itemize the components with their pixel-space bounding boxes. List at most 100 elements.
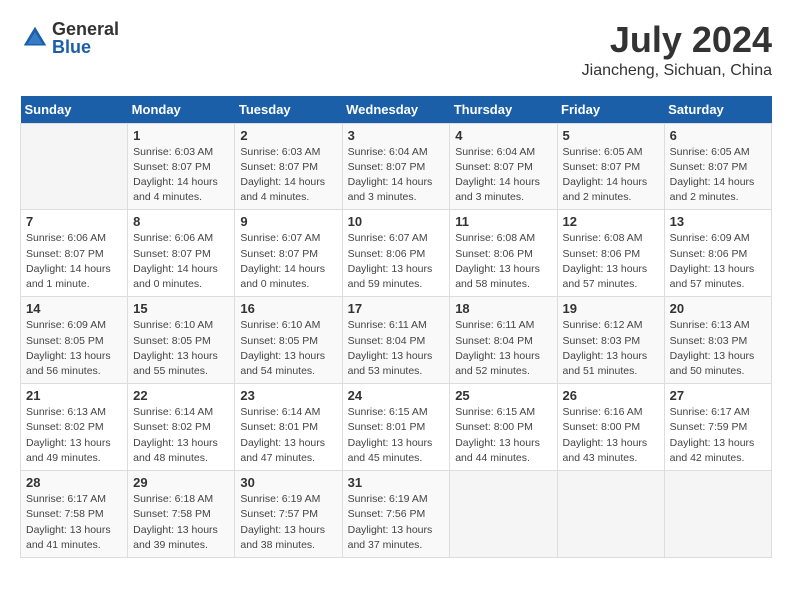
- table-row: 26 Sunrise: 6:16 AM Sunset: 8:00 PM Dayli…: [557, 384, 664, 471]
- day-info: Sunrise: 6:10 AM Sunset: 8:05 PM Dayligh…: [133, 318, 229, 379]
- day-info: Sunrise: 6:03 AM Sunset: 8:07 PM Dayligh…: [240, 145, 336, 206]
- day-number: 3: [348, 128, 445, 143]
- day-number: 25: [455, 388, 551, 403]
- day-number: 8: [133, 214, 229, 229]
- calendar-week-row: 14Sunrise: 6:09 AM Sunset: 8:05 PM Dayli…: [21, 297, 772, 384]
- day-info: Sunrise: 6:17 AM Sunset: 7:58 PM Dayligh…: [26, 492, 122, 553]
- table-row: 4 Sunrise: 6:04 AM Sunset: 8:07 PM Daylig…: [450, 123, 557, 210]
- day-number: 26: [563, 388, 659, 403]
- day-number: 15: [133, 301, 229, 316]
- table-row: 2 Sunrise: 6:03 AM Sunset: 8:07 PM Daylig…: [235, 123, 342, 210]
- day-number: 1: [133, 128, 229, 143]
- day-number: 23: [240, 388, 336, 403]
- logo-general: General: [52, 20, 119, 38]
- day-number: 2: [240, 128, 336, 143]
- calendar-header-row: Sunday Monday Tuesday Wednesday Thursday…: [21, 96, 772, 124]
- day-number: 10: [348, 214, 445, 229]
- day-number: 9: [240, 214, 336, 229]
- table-row: 13Sunrise: 6:09 AM Sunset: 8:06 PM Dayli…: [664, 210, 771, 297]
- day-number: 24: [348, 388, 445, 403]
- day-info: Sunrise: 6:13 AM Sunset: 8:03 PM Dayligh…: [670, 318, 766, 379]
- day-info: Sunrise: 6:15 AM Sunset: 8:00 PM Dayligh…: [455, 405, 551, 466]
- table-row: 5Sunrise: 6:05 AM Sunset: 8:07 PM Daylig…: [557, 123, 664, 210]
- day-info: Sunrise: 6:06 AM Sunset: 8:07 PM Dayligh…: [26, 231, 122, 292]
- day-info: Sunrise: 6:15 AM Sunset: 8:01 PM Dayligh…: [348, 405, 445, 466]
- day-info: Sunrise: 6:07 AM Sunset: 8:07 PM Dayligh…: [240, 231, 336, 292]
- day-info: Sunrise: 6:19 AM Sunset: 7:56 PM Dayligh…: [348, 492, 445, 553]
- day-info: Sunrise: 6:03 AM Sunset: 8:07 PM Dayligh…: [133, 145, 229, 206]
- day-info: Sunrise: 6:14 AM Sunset: 8:01 PM Dayligh…: [240, 405, 336, 466]
- day-number: 30: [240, 475, 336, 490]
- day-info: Sunrise: 6:19 AM Sunset: 7:57 PM Dayligh…: [240, 492, 336, 553]
- calendar-table: Sunday Monday Tuesday Wednesday Thursday…: [20, 96, 772, 558]
- col-saturday: Saturday: [664, 96, 771, 124]
- table-row: 23 Sunrise: 6:14 AM Sunset: 8:01 PM Dayli…: [235, 384, 342, 471]
- table-row: 9 Sunrise: 6:07 AM Sunset: 8:07 PM Daylig…: [235, 210, 342, 297]
- day-info: Sunrise: 6:12 AM Sunset: 8:03 PM Dayligh…: [563, 318, 659, 379]
- table-row: 18 Sunrise: 6:11 AM Sunset: 8:04 PM Dayli…: [450, 297, 557, 384]
- table-row: [450, 471, 557, 558]
- col-friday: Friday: [557, 96, 664, 124]
- logo-icon: [20, 23, 50, 53]
- table-row: 7 Sunrise: 6:06 AM Sunset: 8:07 PM Daylig…: [21, 210, 128, 297]
- day-info: Sunrise: 6:04 AM Sunset: 8:07 PM Dayligh…: [348, 145, 445, 206]
- day-number: 7: [26, 214, 122, 229]
- day-info: Sunrise: 6:08 AM Sunset: 8:06 PM Dayligh…: [563, 231, 659, 292]
- day-number: 22: [133, 388, 229, 403]
- table-row: 3 Sunrise: 6:04 AM Sunset: 8:07 PM Daylig…: [342, 123, 450, 210]
- day-number: 21: [26, 388, 122, 403]
- table-row: 27Sunrise: 6:17 AM Sunset: 7:59 PM Dayli…: [664, 384, 771, 471]
- table-row: 16Sunrise: 6:10 AM Sunset: 8:05 PM Dayli…: [235, 297, 342, 384]
- day-number: 28: [26, 475, 122, 490]
- table-row: 10Sunrise: 6:07 AM Sunset: 8:06 PM Dayli…: [342, 210, 450, 297]
- location-subtitle: Jiancheng, Sichuan, China: [582, 62, 772, 80]
- day-info: Sunrise: 6:17 AM Sunset: 7:59 PM Dayligh…: [670, 405, 766, 466]
- table-row: 14Sunrise: 6:09 AM Sunset: 8:05 PM Dayli…: [21, 297, 128, 384]
- table-row: 6 Sunrise: 6:05 AM Sunset: 8:07 PM Daylig…: [664, 123, 771, 210]
- day-number: 4: [455, 128, 551, 143]
- day-number: 14: [26, 301, 122, 316]
- day-info: Sunrise: 6:11 AM Sunset: 8:04 PM Dayligh…: [348, 318, 445, 379]
- page-header: General Blue July 2024 Jiancheng, Sichua…: [20, 20, 772, 80]
- logo-blue: Blue: [52, 38, 119, 56]
- day-info: Sunrise: 6:11 AM Sunset: 8:04 PM Dayligh…: [455, 318, 551, 379]
- day-info: Sunrise: 6:16 AM Sunset: 8:00 PM Dayligh…: [563, 405, 659, 466]
- table-row: 25 Sunrise: 6:15 AM Sunset: 8:00 PM Dayli…: [450, 384, 557, 471]
- table-row: 1 Sunrise: 6:03 AM Sunset: 8:07 PM Daylig…: [128, 123, 235, 210]
- table-row: [21, 123, 128, 210]
- day-info: Sunrise: 6:05 AM Sunset: 8:07 PM Dayligh…: [563, 145, 659, 206]
- day-number: 17: [348, 301, 445, 316]
- day-info: Sunrise: 6:06 AM Sunset: 8:07 PM Dayligh…: [133, 231, 229, 292]
- day-number: 20: [670, 301, 766, 316]
- table-row: [664, 471, 771, 558]
- table-row: 17 Sunrise: 6:11 AM Sunset: 8:04 PM Dayli…: [342, 297, 450, 384]
- day-info: Sunrise: 6:04 AM Sunset: 8:07 PM Dayligh…: [455, 145, 551, 206]
- day-info: Sunrise: 6:08 AM Sunset: 8:06 PM Dayligh…: [455, 231, 551, 292]
- day-info: Sunrise: 6:13 AM Sunset: 8:02 PM Dayligh…: [26, 405, 122, 466]
- calendar-week-row: 1 Sunrise: 6:03 AM Sunset: 8:07 PM Daylig…: [21, 123, 772, 210]
- day-info: Sunrise: 6:18 AM Sunset: 7:58 PM Dayligh…: [133, 492, 229, 553]
- day-number: 31: [348, 475, 445, 490]
- month-year-title: July 2024: [582, 20, 772, 60]
- title-block: July 2024 Jiancheng, Sichuan, China: [582, 20, 772, 80]
- col-tuesday: Tuesday: [235, 96, 342, 124]
- calendar-week-row: 21 Sunrise: 6:13 AM Sunset: 8:02 PM Dayli…: [21, 384, 772, 471]
- table-row: 31 Sunrise: 6:19 AM Sunset: 7:56 PM Dayli…: [342, 471, 450, 558]
- table-row: [557, 471, 664, 558]
- table-row: 20 Sunrise: 6:13 AM Sunset: 8:03 PM Dayli…: [664, 297, 771, 384]
- day-number: 19: [563, 301, 659, 316]
- table-row: 11Sunrise: 6:08 AM Sunset: 8:06 PM Dayli…: [450, 210, 557, 297]
- col-monday: Monday: [128, 96, 235, 124]
- day-number: 13: [670, 214, 766, 229]
- day-number: 18: [455, 301, 551, 316]
- day-info: Sunrise: 6:05 AM Sunset: 8:07 PM Dayligh…: [670, 145, 766, 206]
- table-row: 30 Sunrise: 6:19 AM Sunset: 7:57 PM Dayli…: [235, 471, 342, 558]
- table-row: 21 Sunrise: 6:13 AM Sunset: 8:02 PM Dayli…: [21, 384, 128, 471]
- col-sunday: Sunday: [21, 96, 128, 124]
- table-row: 28 Sunrise: 6:17 AM Sunset: 7:58 PM Dayli…: [21, 471, 128, 558]
- table-row: 19 Sunrise: 6:12 AM Sunset: 8:03 PM Dayli…: [557, 297, 664, 384]
- logo: General Blue: [20, 20, 119, 56]
- day-number: 6: [670, 128, 766, 143]
- calendar-week-row: 7 Sunrise: 6:06 AM Sunset: 8:07 PM Daylig…: [21, 210, 772, 297]
- table-row: 29Sunrise: 6:18 AM Sunset: 7:58 PM Dayli…: [128, 471, 235, 558]
